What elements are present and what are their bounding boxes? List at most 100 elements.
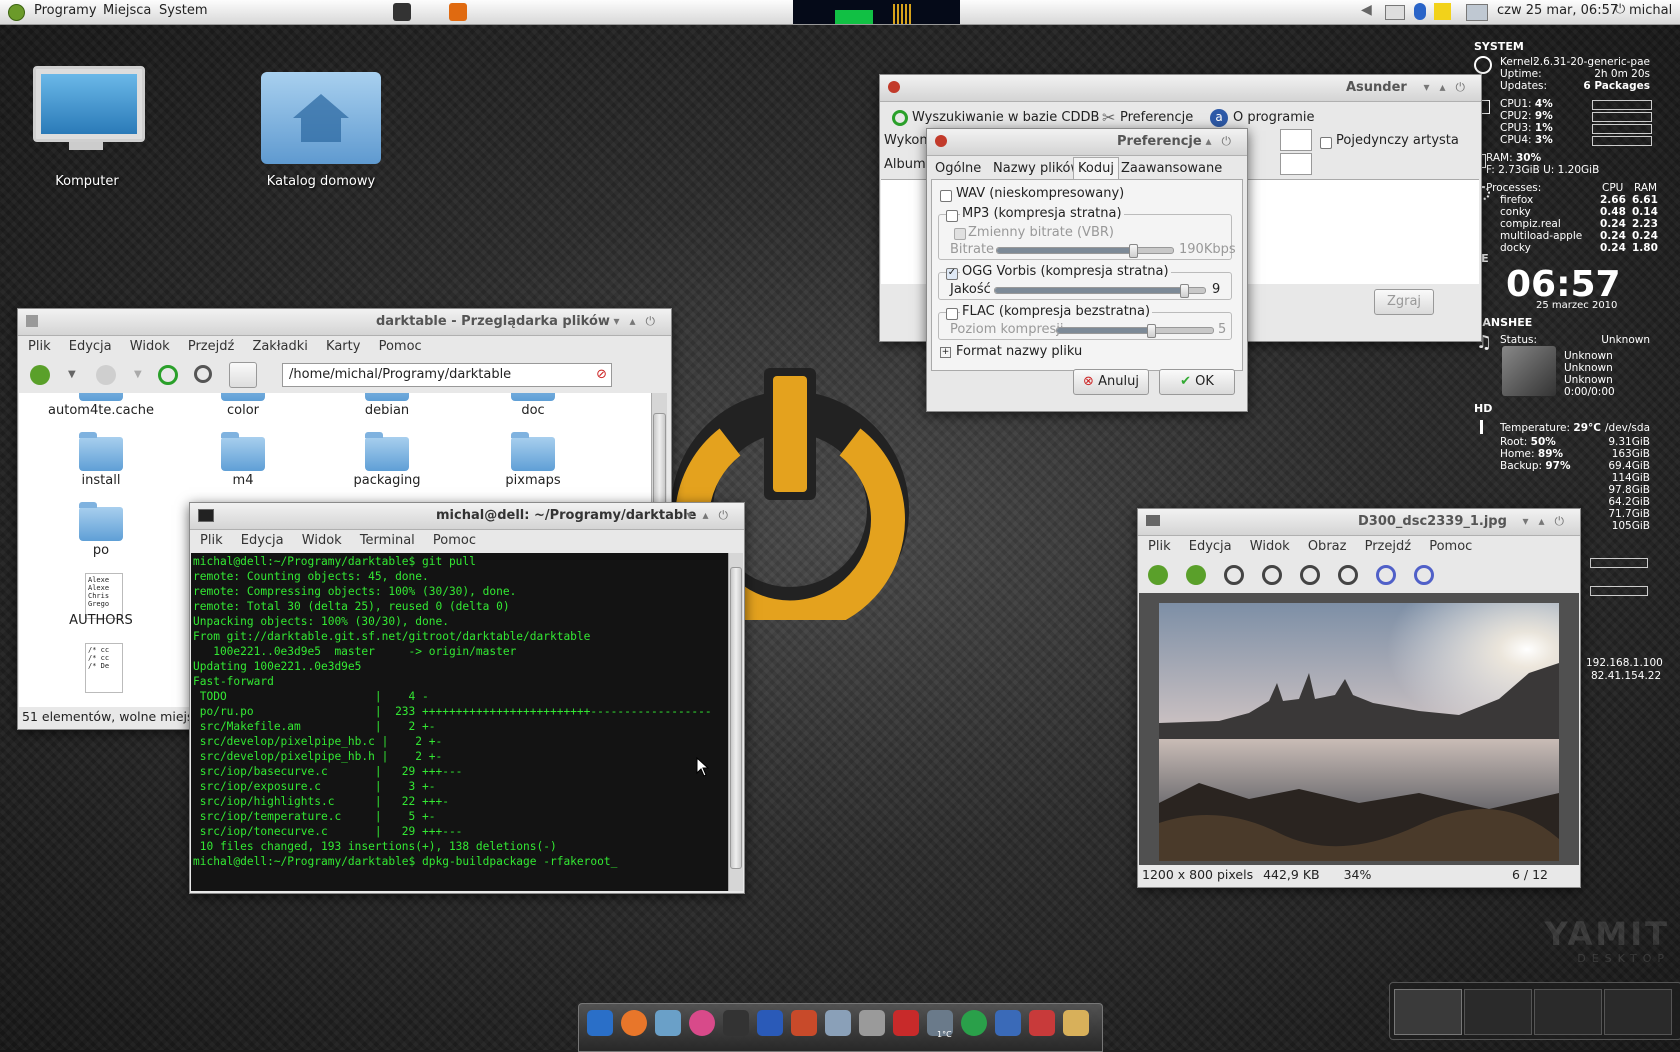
term-menu-terminal[interactable]: Terminal: [360, 533, 415, 548]
tab-advanced[interactable]: Zaawansowane: [1121, 161, 1222, 176]
username[interactable]: michal: [1629, 3, 1672, 18]
notes-icon[interactable]: [1434, 3, 1451, 20]
desktop-icon-home[interactable]: Katalog domowy: [241, 62, 401, 192]
rotate-left-icon[interactable]: [1376, 565, 1396, 585]
power-icon[interactable]: ⏻: [1615, 2, 1625, 17]
file-item[interactable]: AUTHORS: [31, 613, 171, 628]
image-canvas[interactable]: [1139, 593, 1579, 865]
file-item[interactable]: pixmaps: [463, 473, 603, 488]
firefox-icon[interactable]: [621, 1010, 647, 1036]
cancel-button[interactable]: ⊗ Anuluj: [1073, 369, 1149, 395]
file-item[interactable]: debian: [317, 403, 457, 418]
image-viewer-titlebar[interactable]: D300_dsc2339_1.jpg ▾▴⏻: [1138, 509, 1580, 536]
rip-button[interactable]: Zgraj: [1374, 289, 1434, 315]
terminal-output[interactable]: michal@dell:~/Programy/darktable$ git pu…: [191, 553, 729, 891]
reload-icon[interactable]: [158, 365, 178, 385]
artist-input[interactable]: [1280, 129, 1312, 151]
compression-slider-knob[interactable]: [1146, 324, 1156, 338]
image-viewer-window-controls[interactable]: ▾▴⏻: [1522, 514, 1574, 529]
bitrate-slider-knob[interactable]: [1128, 244, 1138, 258]
previous-image-icon[interactable]: [1148, 565, 1168, 585]
workspace-1[interactable]: [1394, 989, 1462, 1035]
pdf-icon[interactable]: [893, 1010, 919, 1036]
file-item[interactable]: m4: [173, 473, 313, 488]
file-manager-window-controls[interactable]: ▾▴⏻: [613, 314, 665, 329]
terminal-scrollbar[interactable]: [728, 553, 743, 891]
iv-menu-view[interactable]: Widok: [1250, 539, 1290, 554]
workspace-3[interactable]: [1534, 989, 1602, 1035]
file-item[interactable]: packaging: [317, 473, 457, 488]
preferences-window-controls[interactable]: ▴⏻: [1205, 134, 1241, 149]
edit-location-icon[interactable]: [229, 362, 257, 388]
fm-menu-edit[interactable]: Edycja: [69, 339, 112, 354]
ogg-checkbox[interactable]: ✓: [946, 268, 958, 280]
term-menu-file[interactable]: Plik: [200, 533, 223, 548]
top-clock[interactable]: czw 25 mar, 06:57: [1497, 3, 1618, 18]
desktop-icon-computer[interactable]: Komputer: [7, 62, 167, 192]
file-item[interactable]: doc: [463, 403, 603, 418]
menu-system[interactable]: System: [159, 3, 207, 18]
system-monitor-applet[interactable]: [793, 0, 960, 24]
trash-icon[interactable]: [1063, 1010, 1089, 1036]
screen-icon[interactable]: [825, 1010, 851, 1036]
clock-app-icon[interactable]: [393, 3, 411, 21]
terminal-icon[interactable]: [723, 1010, 749, 1036]
forward-history-icon[interactable]: ▼: [134, 369, 142, 380]
expand-icon[interactable]: +: [940, 347, 951, 358]
zoom-in-icon[interactable]: [1224, 565, 1244, 585]
menu-programy[interactable]: Programy: [34, 3, 97, 18]
quality-slider[interactable]: [994, 284, 1206, 298]
launcher-g-icon[interactable]: [449, 3, 467, 21]
term-menu-help[interactable]: Pomoc: [433, 533, 476, 548]
term-menu-edit[interactable]: Edycja: [241, 533, 284, 548]
anchor-icon[interactable]: [587, 1010, 613, 1036]
fm-menu-help[interactable]: Pomoc: [379, 339, 422, 354]
forward-icon[interactable]: [96, 365, 116, 385]
file-item[interactable]: po: [31, 543, 171, 558]
preferences-titlebar[interactable]: Preferencje ▴⏻: [927, 129, 1247, 156]
printer-icon[interactable]: [1466, 4, 1488, 21]
back-history-icon[interactable]: ▼: [68, 369, 76, 380]
distro-logo-icon[interactable]: [8, 4, 25, 21]
bitrate-slider[interactable]: [996, 244, 1174, 258]
rotate-right-icon[interactable]: [1414, 565, 1434, 585]
fm-menu-tabs[interactable]: Karty: [326, 339, 360, 354]
terminal-window-controls[interactable]: ▾▴⏻: [686, 508, 738, 523]
volume-icon[interactable]: ◀: [1361, 2, 1372, 18]
gmail-icon[interactable]: [1029, 1010, 1055, 1036]
search-icon[interactable]: [194, 365, 212, 383]
bluetooth-icon[interactable]: [757, 1010, 783, 1036]
fm-menu-view[interactable]: Widok: [130, 339, 170, 354]
iv-menu-image[interactable]: Obraz: [1308, 539, 1347, 554]
terminal-titlebar[interactable]: michal@dell: ~/Programy/darktable ▾▴⏻: [190, 503, 744, 530]
term-menu-view[interactable]: Widok: [302, 533, 342, 548]
iv-menu-go[interactable]: Przejdź: [1365, 539, 1411, 554]
next-image-icon[interactable]: [1186, 565, 1206, 585]
file-item[interactable]: install: [31, 473, 171, 488]
album-input[interactable]: [1280, 153, 1312, 175]
back-icon[interactable]: [30, 365, 50, 385]
compression-slider[interactable]: [1056, 324, 1214, 338]
workspace-2[interactable]: [1464, 989, 1532, 1035]
network-icon[interactable]: [1385, 5, 1405, 20]
cddb-lookup-button[interactable]: Wyszukiwanie w bazie CDDB: [912, 110, 1099, 125]
file-item[interactable]: color: [173, 403, 313, 418]
clear-location-icon[interactable]: ⊘: [596, 367, 607, 382]
wav-checkbox[interactable]: [940, 190, 952, 202]
zoom-out-icon[interactable]: [1262, 565, 1282, 585]
redpanda-icon[interactable]: [791, 1010, 817, 1036]
files-icon[interactable]: [859, 1010, 885, 1036]
tab-filenames[interactable]: Nazwy plików: [993, 161, 1081, 176]
window-icon[interactable]: [995, 1010, 1021, 1036]
location-field[interactable]: /home/michal/Programy/darktable ⊘: [282, 363, 612, 387]
iv-menu-file[interactable]: Plik: [1148, 539, 1171, 554]
tab-encode[interactable]: Koduj: [1073, 157, 1119, 179]
tab-general[interactable]: Ogólne: [935, 161, 981, 176]
quality-slider-knob[interactable]: [1180, 284, 1189, 298]
mp3-checkbox[interactable]: [946, 210, 958, 222]
bluetooth-icon[interactable]: [1414, 3, 1426, 20]
asunder-window-controls[interactable]: ▾▴⏻: [1423, 80, 1475, 95]
zoom-normal-icon[interactable]: [1300, 565, 1320, 585]
file-manager-titlebar[interactable]: darktable - Przeglądarka plików ▾▴⏻: [18, 309, 671, 336]
file-item[interactable]: autom4te.cache: [31, 403, 171, 418]
